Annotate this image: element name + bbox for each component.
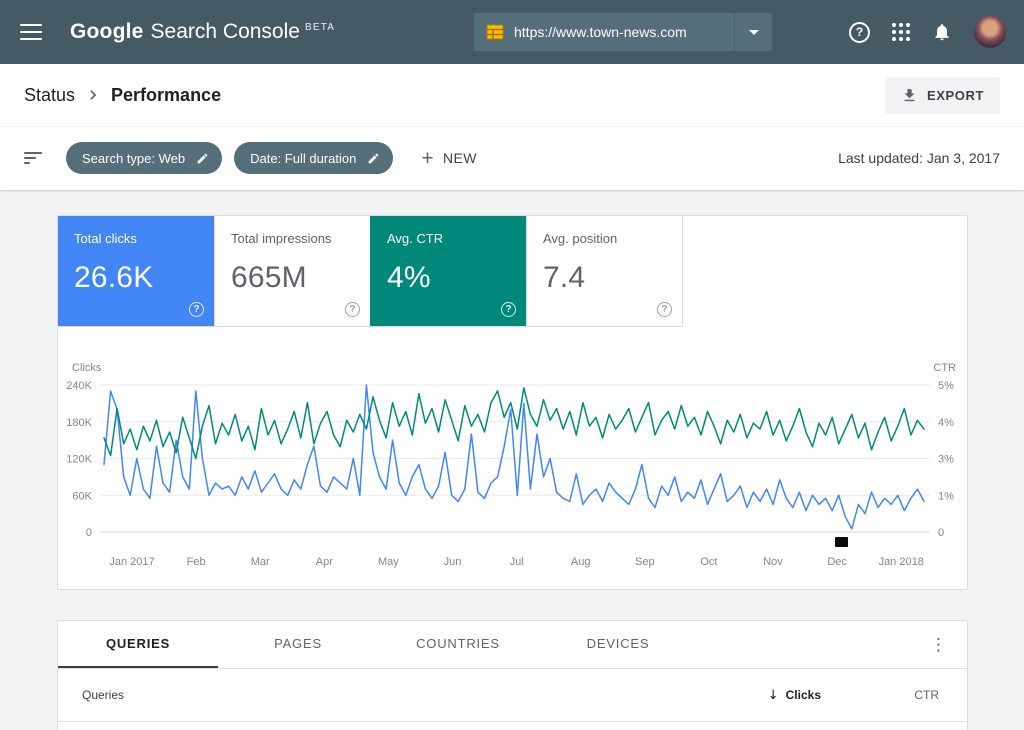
new-filter-button[interactable]: + NEW: [421, 148, 477, 169]
table-header-row: Queries ↓ Clicks CTR: [58, 669, 967, 722]
page-title: Performance: [111, 85, 221, 106]
help-icon[interactable]: ?: [189, 302, 204, 317]
help-icon[interactable]: ?: [849, 22, 870, 43]
svg-text:Aug: Aug: [571, 556, 591, 568]
column-header-queries: Queries: [82, 688, 124, 702]
metric-label: Total impressions: [231, 231, 354, 246]
app-logo: Google Search Console BETA: [70, 20, 335, 44]
metric-card-total-clicks[interactable]: Total clicks 26.6K ?: [58, 216, 214, 326]
svg-text:1%: 1%: [938, 490, 954, 502]
property-icon: [486, 24, 504, 40]
pencil-icon: [367, 152, 380, 165]
svg-text:60K: 60K: [72, 490, 92, 502]
topbar-actions: ?: [849, 16, 1006, 48]
help-icon[interactable]: ?: [657, 302, 672, 317]
logo-brand: Google: [70, 20, 144, 44]
filter-chip-label: Date: Full duration: [250, 151, 356, 166]
svg-text:240K: 240K: [66, 380, 92, 392]
filter-chip-search-type[interactable]: Search type: Web: [66, 142, 222, 174]
metric-label: Total clicks: [74, 231, 198, 246]
svg-text:Clicks: Clicks: [72, 362, 102, 374]
hamburger-menu-icon[interactable]: [20, 24, 42, 40]
svg-text:Jan 2017: Jan 2017: [109, 556, 154, 568]
export-button[interactable]: EXPORT: [885, 77, 1000, 114]
property-url: https://www.town-news.com: [514, 24, 734, 40]
sort-descending-icon: ↓: [768, 688, 779, 703]
dimension-tab-bar: QUERIES PAGES COUNTRIES DEVICES ⋮: [58, 621, 967, 669]
last-updated-text: Last updated: Jan 3, 2017: [838, 150, 1000, 166]
svg-text:180K: 180K: [66, 417, 92, 429]
apps-grid-icon[interactable]: [892, 23, 910, 41]
pencil-icon: [196, 152, 209, 165]
user-avatar[interactable]: [974, 16, 1006, 48]
help-icon[interactable]: ?: [501, 302, 516, 317]
svg-text:Apr: Apr: [316, 556, 333, 568]
logo-product: Search Console: [151, 20, 300, 44]
svg-text:CTR: CTR: [933, 362, 956, 374]
performance-chart: 240K 5% 180K 4% 120K 3% 60K 1% 0 0 Clicks CTR Jan 20…: [58, 327, 967, 577]
svg-text:Nov: Nov: [763, 556, 783, 568]
breadcrumb-status[interactable]: Status: [24, 85, 75, 106]
export-button-label: EXPORT: [927, 88, 984, 103]
breadcrumb-bar: Status Performance EXPORT: [0, 64, 1024, 126]
clicks-header-label: Clicks: [786, 688, 821, 702]
tab-pages[interactable]: PAGES: [218, 621, 378, 668]
svg-text:3%: 3%: [938, 454, 954, 466]
app-top-bar: Google Search Console BETA https://www.t…: [0, 0, 1024, 64]
download-icon: [901, 87, 918, 104]
metric-card-total-impressions[interactable]: Total impressions 665M ?: [214, 216, 370, 326]
svg-text:120K: 120K: [66, 454, 92, 466]
tab-queries[interactable]: QUERIES: [58, 621, 218, 668]
filter-chip-date[interactable]: Date: Full duration: [234, 142, 393, 174]
svg-text:0: 0: [86, 527, 92, 539]
overflow-menu-icon[interactable]: ⋮: [930, 635, 947, 655]
help-glyph: ?: [661, 304, 667, 315]
filter-chip-label: Search type: Web: [82, 151, 185, 166]
plus-icon: +: [421, 148, 434, 169]
help-glyph: ?: [856, 25, 863, 39]
help-glyph: ?: [193, 304, 199, 315]
svg-text:Feb: Feb: [187, 556, 206, 568]
property-dropdown-arrow[interactable]: [734, 13, 772, 51]
metric-card-avg-position[interactable]: Avg. position 7.4 ?: [526, 216, 682, 326]
svg-text:5%: 5%: [938, 380, 954, 392]
filter-bar: Search type: Web Date: Full duration + N…: [0, 126, 1024, 190]
svg-text:Jun: Jun: [444, 556, 462, 568]
performance-panel: Total clicks 26.6K ? Total impressions 6…: [57, 215, 968, 590]
property-selector[interactable]: https://www.town-news.com: [474, 13, 772, 51]
metric-label: Avg. position: [543, 231, 666, 246]
metric-value: 7.4: [543, 261, 666, 295]
help-icon[interactable]: ?: [345, 302, 360, 317]
chevron-down-icon: [749, 30, 759, 35]
metric-label: Avg. CTR: [387, 231, 510, 246]
column-header-ctr[interactable]: CTR: [821, 688, 939, 702]
logo-beta-badge: BETA: [305, 22, 335, 33]
svg-text:4%: 4%: [938, 417, 954, 429]
svg-text:0: 0: [938, 527, 944, 539]
svg-text:Mar: Mar: [251, 556, 270, 568]
svg-text:Jan 2018: Jan 2018: [879, 556, 924, 568]
metric-cards-row: Total clicks 26.6K ? Total impressions 6…: [58, 216, 683, 327]
help-glyph: ?: [349, 304, 355, 315]
chevron-right-icon: [83, 85, 103, 105]
mouse-cursor-artifact: [835, 537, 848, 547]
column-header-clicks[interactable]: ↓ Clicks: [768, 688, 821, 703]
svg-text:Oct: Oct: [700, 556, 717, 568]
tab-devices[interactable]: DEVICES: [538, 621, 698, 668]
filter-icon[interactable]: [24, 152, 42, 164]
svg-text:Sep: Sep: [635, 556, 655, 568]
help-glyph: ?: [505, 304, 511, 315]
main-content: Total clicks 26.6K ? Total impressions 6…: [0, 190, 1024, 730]
notifications-bell-icon[interactable]: [932, 22, 952, 42]
tab-countries[interactable]: COUNTRIES: [378, 621, 538, 668]
metric-value: 4%: [387, 261, 510, 295]
dimensions-panel: QUERIES PAGES COUNTRIES DEVICES ⋮ Querie…: [57, 620, 968, 730]
metric-card-avg-ctr[interactable]: Avg. CTR 4% ?: [370, 216, 526, 326]
svg-text:Jul: Jul: [510, 556, 524, 568]
metric-value: 665M: [231, 261, 354, 295]
metric-value: 26.6K: [74, 261, 198, 295]
new-filter-label: NEW: [443, 150, 477, 166]
svg-text:Dec: Dec: [827, 556, 847, 568]
svg-text:May: May: [378, 556, 399, 568]
